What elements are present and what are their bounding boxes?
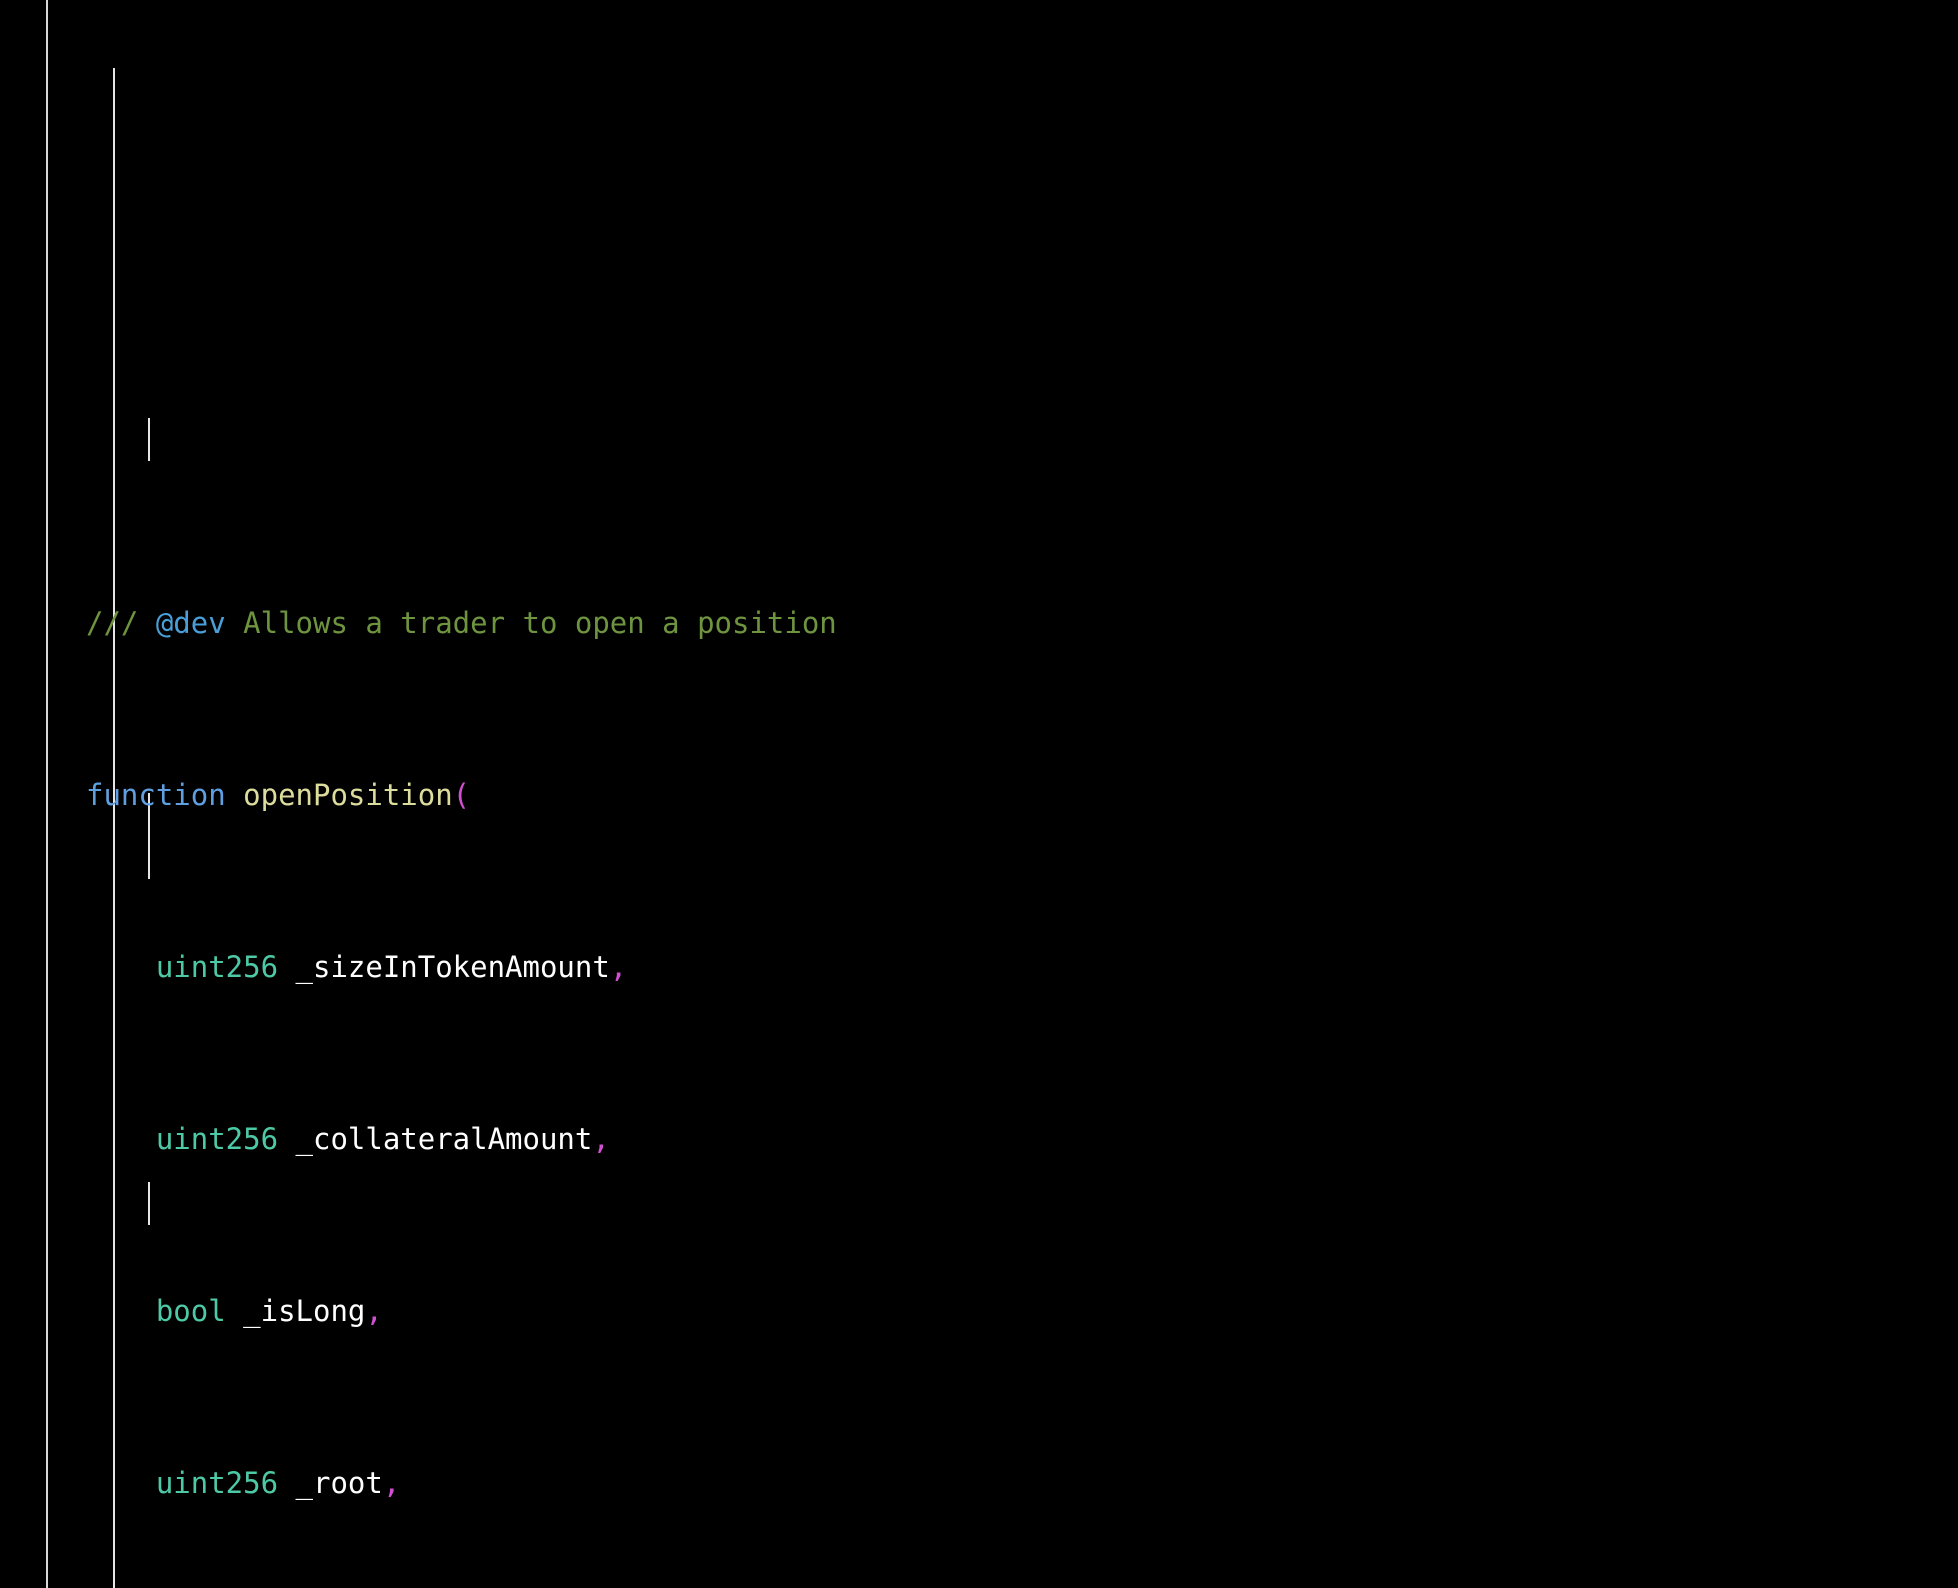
keyword-function: function bbox=[86, 778, 226, 812]
code-line[interactable]: /// @dev Allows a trader to open a posit… bbox=[86, 602, 1958, 645]
code-line[interactable]: uint256 _root, bbox=[86, 1462, 1958, 1505]
type-bool: bool bbox=[155, 1294, 226, 1328]
indent-guide-params bbox=[113, 68, 115, 326]
code-line[interactable]: bool _isLong, bbox=[86, 1290, 1958, 1333]
comment-slashes: /// bbox=[86, 606, 156, 640]
indent-guide-emit-args bbox=[148, 1182, 150, 1225]
param-islong: _isLong bbox=[225, 1294, 366, 1328]
param-root: _root bbox=[278, 1466, 383, 1500]
code-line[interactable]: uint256 _sizeInTokenAmount, bbox=[86, 946, 1958, 989]
code-line[interactable]: function openPosition( bbox=[86, 774, 1958, 817]
param-sizeintokenamount: _sizeInTokenAmount bbox=[278, 950, 610, 984]
code-content-area[interactable]: /// @dev Allows a trader to open a posit… bbox=[86, 0, 1958, 1588]
comment-text: Allows a trader to open a position bbox=[225, 606, 837, 640]
function-name-openposition: openPosition bbox=[243, 778, 453, 812]
indent-guide-verifyproof-args bbox=[148, 418, 150, 461]
code-editor-viewport[interactable]: /// @dev Allows a trader to open a posit… bbox=[0, 0, 1958, 1588]
code-line[interactable]: uint256 _collateralAmount, bbox=[86, 1118, 1958, 1161]
type-uint256: uint256 bbox=[155, 1122, 279, 1156]
open-paren: ( bbox=[452, 778, 471, 812]
gutter-divider-rule bbox=[46, 0, 48, 1588]
comment-devtag: @dev bbox=[155, 606, 226, 640]
type-uint256: uint256 bbox=[155, 1466, 279, 1500]
param-collateralamount: _collateralAmount bbox=[278, 1122, 593, 1156]
type-uint256: uint256 bbox=[155, 950, 279, 984]
